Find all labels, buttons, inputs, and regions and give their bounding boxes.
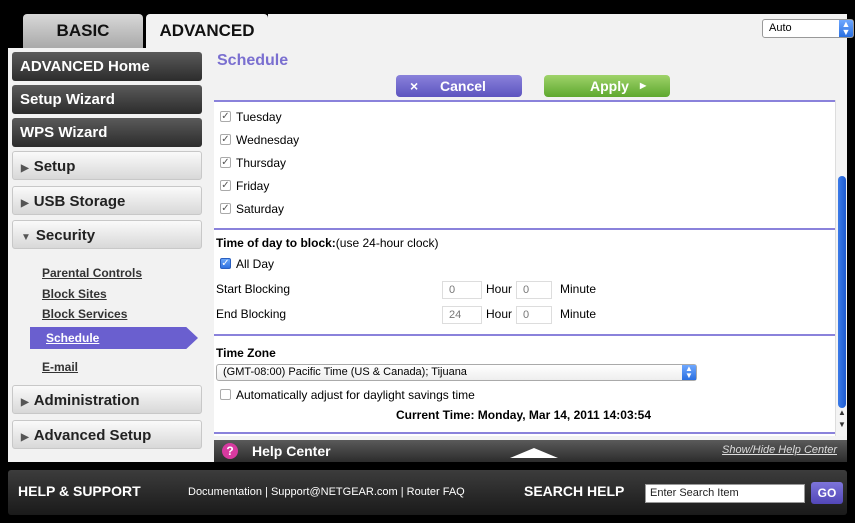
end-minute-label: Minute xyxy=(560,307,597,321)
help-center-bar: ? Help Center Show/Hide Help Center xyxy=(214,440,847,462)
start-hour-label: Hour xyxy=(486,282,513,296)
end-hour-label: Hour xyxy=(486,307,513,321)
saturday-label: Saturday xyxy=(236,202,285,216)
time-zone-value: (GMT-08:00) Pacific Time (US & Canada); … xyxy=(223,366,467,378)
triangle-right-icon: ▶ xyxy=(21,432,29,443)
schedule-form: ✓ Tuesday ✓ Wednesday ✓ Thursday ✓ Frida… xyxy=(214,100,835,436)
time-block-heading: Time of day to block:(use 24-hour clock) xyxy=(216,236,439,250)
all-day-checkbox[interactable]: ✓ xyxy=(220,258,231,269)
search-input[interactable]: Enter Search Item xyxy=(645,484,805,503)
scroll-up-icon[interactable]: ▲ xyxy=(837,408,847,417)
dst-checkbox[interactable] xyxy=(220,389,231,400)
sidebar-item-administration[interactable]: ▶ Administration xyxy=(12,385,202,414)
top-bar-fill xyxy=(268,14,847,48)
sidebar-subitem-email[interactable]: E-mail xyxy=(42,360,78,374)
language-select[interactable]: Auto ▲ ▼ xyxy=(762,19,854,38)
start-hour-input[interactable]: 0 xyxy=(442,281,482,299)
sidebar-item-setup-wizard[interactable]: Setup Wizard xyxy=(12,85,202,114)
thursday-label: Thursday xyxy=(236,156,287,170)
sidebar-item-label: USB Storage xyxy=(33,193,126,210)
page-title: Schedule xyxy=(217,52,289,69)
triangle-right-icon: ▶ xyxy=(21,163,29,174)
content-scrollbar[interactable]: ▲ ▼ xyxy=(835,100,847,436)
help-center-title: Help Center xyxy=(252,443,331,459)
footer-links[interactable]: Documentation | Support@NETGEAR.com | Ro… xyxy=(188,486,465,498)
help-support-title: HELP & SUPPORT xyxy=(18,483,141,499)
sidebar-item-label: Security xyxy=(35,227,96,244)
saturday-checkbox[interactable]: ✓ xyxy=(220,203,231,214)
start-minute-label: Minute xyxy=(560,282,597,296)
section-divider xyxy=(214,228,835,230)
help-icon: ? xyxy=(222,443,238,459)
cancel-label: Cancel xyxy=(440,78,486,94)
time-block-label: Time of day to block: xyxy=(216,236,336,250)
section-divider xyxy=(214,432,835,434)
language-select-value: Auto xyxy=(769,22,792,34)
sidebar-subitem-block-services[interactable]: Block Services xyxy=(42,307,127,321)
cancel-button[interactable]: × Cancel xyxy=(396,75,522,97)
select-arrows-icon: ▲ ▼ xyxy=(839,20,853,37)
sidebar-item-advanced-home[interactable]: ADVANCED Home xyxy=(12,52,202,81)
sidebar-subitem-schedule[interactable]: Schedule xyxy=(30,327,198,349)
start-minute-input[interactable]: 0 xyxy=(516,281,552,299)
sidebar-subitem-parental-controls[interactable]: Parental Controls xyxy=(42,266,142,280)
footer: HELP & SUPPORT Documentation | Support@N… xyxy=(8,470,847,515)
end-minute-input[interactable]: 0 xyxy=(516,306,552,324)
sidebar-subitem-block-sites[interactable]: Block Sites xyxy=(42,287,107,301)
sidebar-item-security[interactable]: ▼ Security xyxy=(12,220,202,249)
go-button[interactable]: GO xyxy=(811,482,843,504)
sidebar-item-usb-storage[interactable]: ▶ USB Storage xyxy=(12,186,202,215)
tuesday-label: Tuesday xyxy=(236,110,282,124)
end-hour-input[interactable]: 24 xyxy=(442,306,482,324)
top-bar: BASIC ADVANCED Auto ▲ ▼ xyxy=(0,0,855,48)
start-blocking-label: Start Blocking xyxy=(216,282,291,296)
section-divider xyxy=(214,334,835,336)
scrollbar-thumb[interactable] xyxy=(838,176,846,408)
search-help-title: SEARCH HELP xyxy=(524,483,625,499)
sidebar-item-wps-wizard[interactable]: WPS Wizard xyxy=(12,118,202,147)
close-icon: × xyxy=(410,78,419,94)
triangle-right-icon: ▶ xyxy=(21,198,29,209)
main-panel: Schedule × Cancel Apply ▶ ✓ Tuesday ✓ We… xyxy=(214,48,847,462)
friday-checkbox[interactable]: ✓ xyxy=(220,180,231,191)
triangle-down-icon: ▼ xyxy=(21,232,31,243)
apply-label: Apply xyxy=(590,78,629,94)
sidebar: ADVANCED Home Setup Wizard WPS Wizard ▶ S… xyxy=(8,48,214,462)
tab-basic[interactable]: BASIC xyxy=(23,14,143,48)
current-time: Current Time: Monday, Mar 14, 2011 14:03… xyxy=(396,408,651,422)
tab-advanced[interactable]: ADVANCED xyxy=(146,14,268,48)
sidebar-item-label: Setup xyxy=(33,158,76,175)
sidebar-item-setup[interactable]: ▶ Setup xyxy=(12,151,202,180)
scroll-down-icon[interactable]: ▼ xyxy=(837,420,847,429)
all-day-label: All Day xyxy=(236,257,275,271)
friday-label: Friday xyxy=(236,179,270,193)
sidebar-item-advanced-setup[interactable]: ▶ Advanced Setup xyxy=(12,420,202,449)
wednesday-label: Wednesday xyxy=(236,133,300,147)
show-hide-help-link[interactable]: Show/Hide Help Center xyxy=(722,444,837,456)
triangle-right-icon: ▶ xyxy=(21,397,29,408)
apply-button[interactable]: Apply ▶ xyxy=(544,75,670,97)
wednesday-checkbox[interactable]: ✓ xyxy=(220,134,231,145)
time-zone-select[interactable]: (GMT-08:00) Pacific Time (US & Canada); … xyxy=(216,364,697,381)
sidebar-item-label: Advanced Setup xyxy=(33,427,152,444)
time-zone-title: Time Zone xyxy=(216,346,276,360)
sidebar-item-label: Administration xyxy=(33,392,140,409)
dst-label: Automatically adjust for daylight saving… xyxy=(236,388,475,402)
expand-up-icon[interactable] xyxy=(510,448,558,458)
time-block-hint: (use 24-hour clock) xyxy=(335,236,439,250)
triangle-right-icon: ▶ xyxy=(640,81,647,90)
end-blocking-label: End Blocking xyxy=(216,307,287,321)
select-arrows-icon: ▲ ▼ xyxy=(682,365,696,380)
tuesday-checkbox[interactable]: ✓ xyxy=(220,111,231,122)
thursday-checkbox[interactable]: ✓ xyxy=(220,157,231,168)
